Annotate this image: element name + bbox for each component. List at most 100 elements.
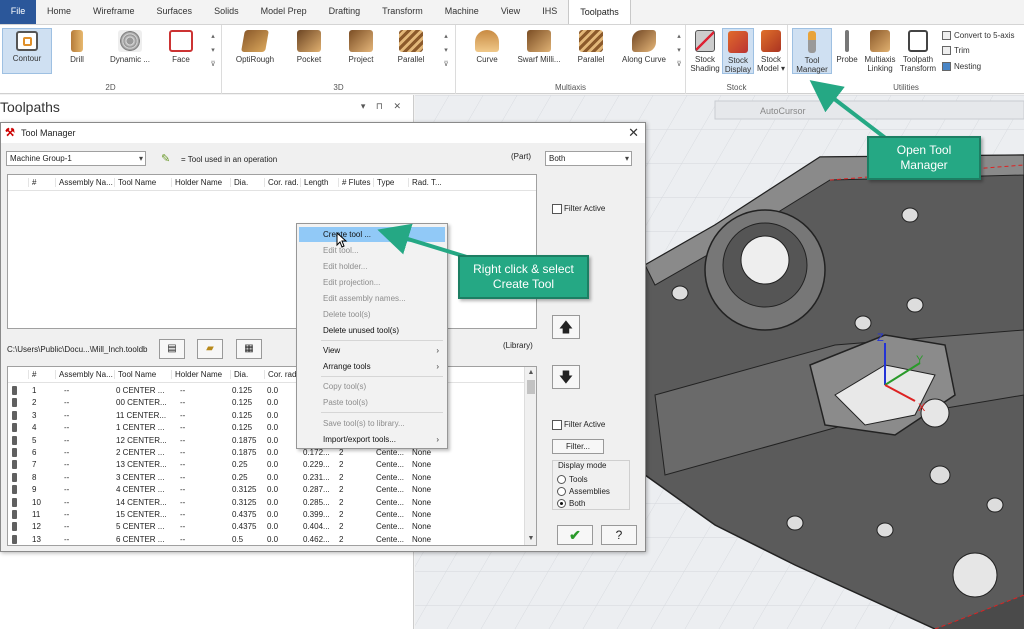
column-header[interactable]: Assembly Na...: [55, 178, 113, 187]
menu-item-edit-holder[interactable]: Edit holder...: [299, 259, 445, 274]
table-row[interactable]: 9 -- 4 CENTER ... -- 0.3125 0.0 0.287... 2 Cente…: [8, 484, 520, 496]
stock-shading-button[interactable]: Stock Shading: [688, 28, 722, 74]
cell-rad: None: [412, 472, 432, 482]
filter-mode-select[interactable]: Both ▾: [545, 151, 632, 166]
column-header[interactable]: Rad. T...: [408, 178, 442, 187]
column-header[interactable]: Length: [300, 178, 328, 187]
table-row[interactable]: 7 -- 13 CENTER... -- 0.25 0.0 0.229... 2 Cente..…: [8, 459, 520, 471]
menu-item-edit-tool[interactable]: Edit tool...: [299, 243, 445, 258]
menu-item-delete-tool-s[interactable]: Delete tool(s): [299, 307, 445, 322]
menu-item-edit-assembly-names[interactable]: Edit assembly names...: [299, 291, 445, 306]
cell-cor: 0.0: [267, 410, 279, 420]
optirough-button[interactable]: OptiRough: [230, 28, 280, 74]
library-tools-list[interactable]: # Assembly Na... Tool Name Holder Name Dia. C…: [7, 366, 537, 546]
menu-item-edit-projection[interactable]: Edit projection...: [299, 275, 445, 290]
filter-active-checkbox-top[interactable]: [552, 204, 562, 214]
tab-transform[interactable]: Transform: [371, 0, 434, 24]
new-library-button[interactable]: ▤: [159, 339, 185, 359]
dialog-title-bar[interactable]: ⚒ Tool Manager ✕: [1, 123, 645, 143]
open-library-button[interactable]: ▰: [197, 339, 223, 359]
nesting-button[interactable]: Nesting: [942, 61, 981, 73]
column-header[interactable]: Tool Name: [114, 370, 156, 379]
tab-toolpaths[interactable]: Toolpaths: [568, 0, 631, 24]
move-up-button[interactable]: 🡅: [552, 315, 580, 339]
menu-item-delete-unused-tool-s[interactable]: Delete unused tool(s): [299, 323, 445, 338]
filter-active-checkbox-bottom[interactable]: [552, 420, 562, 430]
table-row[interactable]: 12 -- 5 CENTER ... -- 0.4375 0.0 0.404... 2 Cent…: [8, 521, 520, 533]
pane-controls[interactable]: ▾ ⊓ ✕: [361, 101, 405, 112]
convert-to-5-axis-button[interactable]: Convert to 5-axis: [942, 30, 1014, 42]
tab-machine[interactable]: Machine: [434, 0, 490, 24]
curve-button[interactable]: Curve: [462, 28, 512, 74]
menu-item-copy-tool-s[interactable]: Copy tool(s): [299, 379, 445, 394]
column-header[interactable]: Holder Name: [171, 178, 222, 187]
cell-tool: 13 CENTER...: [116, 460, 167, 470]
tab-ihs[interactable]: IHS: [531, 0, 568, 24]
menu-item-arrange-tools[interactable]: Arrange tools ›: [299, 359, 445, 374]
gallery-scroll-multiaxis[interactable]: ▴ ▾ ⊽: [675, 30, 683, 74]
help-button[interactable]: ?: [601, 525, 637, 545]
tab-wireframe[interactable]: Wireframe: [82, 0, 146, 24]
tab-model-prep[interactable]: Model Prep: [250, 0, 318, 24]
menu-item-save-tool-s-to-library[interactable]: Save tool(s) to library...: [299, 416, 445, 431]
column-header[interactable]: #: [28, 178, 36, 187]
menu-item-view[interactable]: View ›: [299, 343, 445, 358]
column-header[interactable]: Assembly Na...: [55, 370, 113, 379]
trim-button[interactable]: Trim: [942, 45, 970, 57]
display-assemblies-radio[interactable]: [557, 487, 566, 496]
gallery-scroll-3d[interactable]: ▴ ▾ ⊽: [442, 30, 450, 74]
stock-model-button[interactable]: Stock Model ▾: [754, 28, 788, 74]
part-tools-list[interactable]: # Assembly Na... Tool Name Holder Name Dia. C…: [7, 174, 537, 329]
tab-file[interactable]: File: [0, 0, 36, 24]
close-icon[interactable]: ✕: [628, 123, 639, 143]
table-row[interactable]: 13 -- 6 CENTER ... -- 0.5 0.0 0.462... 2 Cente..…: [8, 534, 520, 545]
tab-surfaces[interactable]: Surfaces: [146, 0, 204, 24]
probe-button[interactable]: Probe: [832, 28, 862, 74]
filter-button[interactable]: Filter...: [552, 439, 604, 454]
stock-display-button[interactable]: Stock Display: [722, 28, 754, 74]
table-row[interactable]: 11 -- 15 CENTER... -- 0.4375 0.0 0.399... 2 Cent…: [8, 509, 520, 521]
column-header[interactable]: Cor. rad.: [264, 178, 299, 187]
column-header[interactable]: Type: [373, 178, 394, 187]
column-header[interactable]: Cor. rad.: [264, 370, 299, 379]
library-scrollbar[interactable]: ▲ ▼: [524, 367, 536, 545]
column-header[interactable]: # Flutes: [338, 178, 370, 187]
tab-solids[interactable]: Solids: [203, 0, 250, 24]
project-button[interactable]: Project: [336, 28, 386, 74]
table-row[interactable]: 8 -- 3 CENTER ... -- 0.25 0.0 0.231... 2 Cente..…: [8, 472, 520, 484]
menu-item-create-tool[interactable]: Create tool ...: [299, 227, 445, 242]
multiaxis-linking-button[interactable]: Multiaxis Linking: [862, 28, 898, 74]
tab-drafting[interactable]: Drafting: [318, 0, 372, 24]
tab-home[interactable]: Home: [36, 0, 82, 24]
scroll-down-icon[interactable]: ▼: [525, 533, 536, 545]
face-button[interactable]: Face: [156, 28, 206, 74]
column-header[interactable]: Dia.: [230, 370, 248, 379]
tab-view[interactable]: View: [490, 0, 531, 24]
table-row[interactable]: 10 -- 14 CENTER... -- 0.3125 0.0 0.285... 2 Cent…: [8, 497, 520, 509]
library-settings-button[interactable]: ▦: [236, 339, 262, 359]
dynamic-button[interactable]: Dynamic ...: [104, 28, 156, 74]
ok-button[interactable]: ✔: [557, 525, 593, 545]
display-tools-radio[interactable]: [557, 475, 566, 484]
drill-button[interactable]: Drill: [52, 28, 102, 74]
menu-item-import-export-tools[interactable]: Import/export tools... ›: [299, 432, 445, 447]
contour-button[interactable]: Contour: [2, 28, 52, 74]
tool-manager-button[interactable]: Tool Manager: [792, 28, 832, 74]
column-header[interactable]: #: [28, 370, 36, 379]
toolpath-transform-button[interactable]: Toolpath Transform: [898, 28, 938, 74]
machine-group-select[interactable]: Machine Group-1 ▾: [6, 151, 146, 166]
display-both-radio[interactable]: [557, 499, 566, 508]
pocket-button[interactable]: Pocket: [284, 28, 334, 74]
menu-item-paste-tool-s[interactable]: Paste tool(s): [299, 395, 445, 410]
swarf-milling-button[interactable]: Swarf Milli...: [512, 28, 566, 74]
scroll-up-icon[interactable]: ▲: [525, 367, 536, 379]
parallel-3d-button[interactable]: Parallel: [386, 28, 436, 74]
column-header[interactable]: Tool Name: [114, 178, 156, 187]
column-header[interactable]: Holder Name: [171, 370, 222, 379]
move-down-button[interactable]: 🡇: [552, 365, 580, 389]
column-header[interactable]: Dia.: [230, 178, 248, 187]
along-curve-button[interactable]: Along Curve: [616, 28, 672, 74]
scroll-thumb[interactable]: [527, 380, 535, 394]
gallery-scroll-2d[interactable]: ▴ ▾ ⊽: [209, 30, 217, 74]
parallel-multiaxis-button[interactable]: Parallel: [566, 28, 616, 74]
